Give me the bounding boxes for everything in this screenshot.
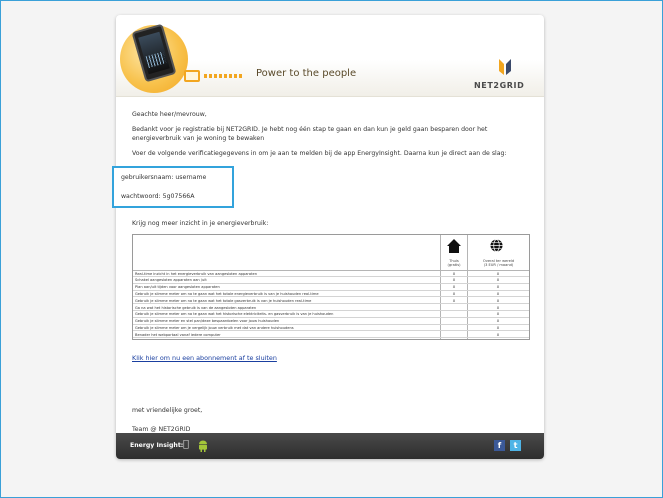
row-world-value: X bbox=[496, 319, 500, 324]
table-row: Gebruik je slimme meter om je vergelijk … bbox=[133, 325, 529, 332]
net2grid-logo-icon bbox=[499, 59, 511, 75]
username-line: gebruikersnaam: username bbox=[121, 174, 207, 181]
row-home-value: X bbox=[452, 298, 456, 303]
phone-screen bbox=[138, 31, 170, 75]
header-tagline: Power to the people bbox=[256, 68, 357, 79]
house-icon bbox=[447, 239, 461, 253]
instructions: Voer de volgende verificatiegegevens in … bbox=[132, 150, 507, 157]
col-world-label: Overal ter wereld (3 EUR / maand) bbox=[468, 259, 529, 268]
table-row: Ga na wat het historische gebruik is van… bbox=[133, 305, 529, 311]
row-feature-label: Gebruik je slimme meter en stel pan/deze… bbox=[135, 319, 280, 324]
col-home-line2: (gratis) bbox=[447, 263, 461, 268]
table-row: Gebruik je slimme meter om na te gaan wa… bbox=[133, 298, 529, 305]
row-world-value: X bbox=[496, 305, 500, 310]
logo-text: NET2GRID bbox=[474, 81, 525, 90]
row-home-value: X bbox=[452, 271, 456, 276]
email-header: Power to the people NET2GRID bbox=[116, 15, 544, 97]
features-table: Thuis (gratis) Overal ter wereld (3 EUR … bbox=[132, 234, 530, 340]
subscribe-link[interactable]: Klik hier om nu een abonnement af te slu… bbox=[132, 354, 277, 362]
row-feature-label: Gebruik je slimme meter om na te gaan wa… bbox=[135, 312, 334, 317]
table-row: Real-time inzicht in het energieverbruik… bbox=[133, 271, 529, 277]
table-row: Gebruik je slimme meter om na te gaan wa… bbox=[133, 291, 529, 298]
row-feature-label: Plan aan/uit tijden voor aangesloten app… bbox=[135, 285, 220, 290]
row-world-value: X bbox=[496, 271, 500, 276]
intro-line-1: Bedankt voor je registratie bij NET2GRID… bbox=[132, 126, 488, 133]
row-feature-label: Schakel aangesloten apparaten aan /uit bbox=[135, 278, 207, 283]
row-world-value: X bbox=[496, 298, 500, 303]
table-row: Schakel aangesloten apparaten aan /uit X X bbox=[133, 278, 529, 284]
row-feature-label: Real-time inzicht in het energieverbruik… bbox=[135, 271, 257, 276]
row-feature-label: Benader het webportaal vanaf iedere comp… bbox=[135, 332, 221, 337]
row-feature-label: Ga na wat het historische gebruik is van… bbox=[135, 305, 257, 310]
signature: Team @ NET2GRID bbox=[132, 426, 191, 433]
password-line: wachtwoord: 5g07566A bbox=[121, 193, 195, 200]
row-feature-label: Gebruik je slimme meter om je vergelijk … bbox=[135, 325, 294, 330]
row-world-value: X bbox=[496, 285, 500, 290]
row-world-value: X bbox=[496, 332, 500, 337]
closing: met vriendelijke groet, bbox=[132, 407, 203, 414]
row-home-value: X bbox=[452, 278, 456, 283]
row-world-value: X bbox=[496, 325, 500, 330]
row-world-value: X bbox=[496, 278, 500, 283]
table-row: Plan aan/uit tijden voor aangesloten app… bbox=[133, 285, 529, 291]
row-feature-label: Gebruik je slimme meter om na te gaan wa… bbox=[135, 298, 312, 303]
row-home-value: X bbox=[452, 285, 456, 290]
table-row: Benader het webportaal vanaf iedere comp… bbox=[133, 332, 529, 339]
row-feature-label: Gebruik je slimme meter om na te gaan wa… bbox=[135, 291, 319, 296]
intro-line-2: energieverbruik van je woning te bewaken bbox=[132, 135, 265, 142]
meter-icon bbox=[184, 70, 200, 82]
dotted-connector bbox=[204, 74, 244, 78]
globe-icon bbox=[490, 239, 503, 252]
greeting: Geachte heer/mevrouw, bbox=[132, 111, 207, 118]
row-world-value: X bbox=[496, 312, 500, 317]
table-header: Thuis (gratis) Overal ter wereld (3 EUR … bbox=[133, 235, 529, 271]
row-home-value: X bbox=[452, 291, 456, 296]
row-world-value: X bbox=[496, 291, 500, 296]
more-insight-heading: Krijg nog meer inzicht in je energieverb… bbox=[132, 220, 269, 227]
col-home-label: Thuis (gratis) bbox=[441, 259, 467, 268]
col-world-line2: (3 EUR / maand) bbox=[483, 263, 514, 268]
credentials-box: gebruikersnaam: username wachtwoord: 5g0… bbox=[112, 166, 234, 208]
table-row: Gebruik je slimme meter en stel pan/deze… bbox=[133, 319, 529, 325]
table-row: Gebruik je slimme meter om na te gaan wa… bbox=[133, 312, 529, 318]
